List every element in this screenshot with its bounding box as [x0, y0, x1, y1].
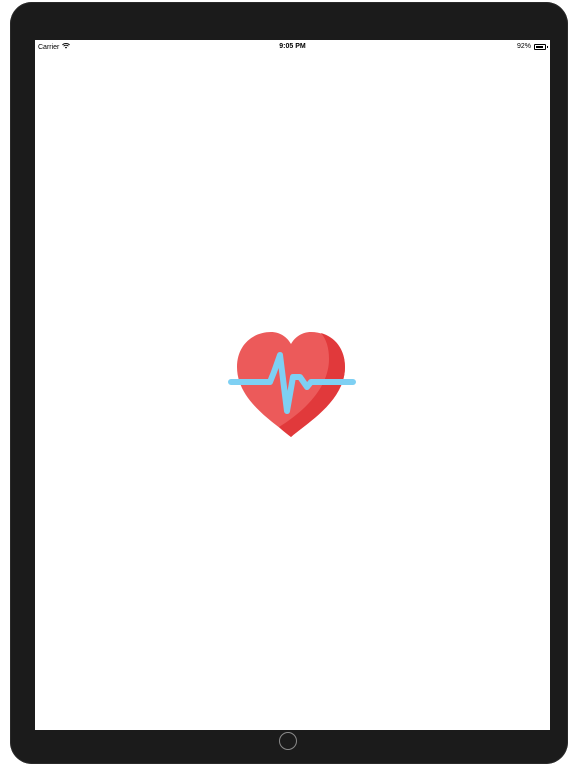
status-time: 9:05 PM [279, 43, 306, 50]
battery-icon [534, 43, 548, 50]
status-bar: Carrier 9:05 PM 92% [35, 40, 550, 54]
battery-level-fill [536, 45, 544, 48]
heart-pulse-icon [228, 332, 356, 437]
home-button[interactable] [279, 732, 297, 750]
app-screen: Carrier 9:05 PM 92% [35, 40, 550, 730]
battery-percent: 92% [516, 43, 531, 50]
status-right: 92% [516, 43, 548, 50]
